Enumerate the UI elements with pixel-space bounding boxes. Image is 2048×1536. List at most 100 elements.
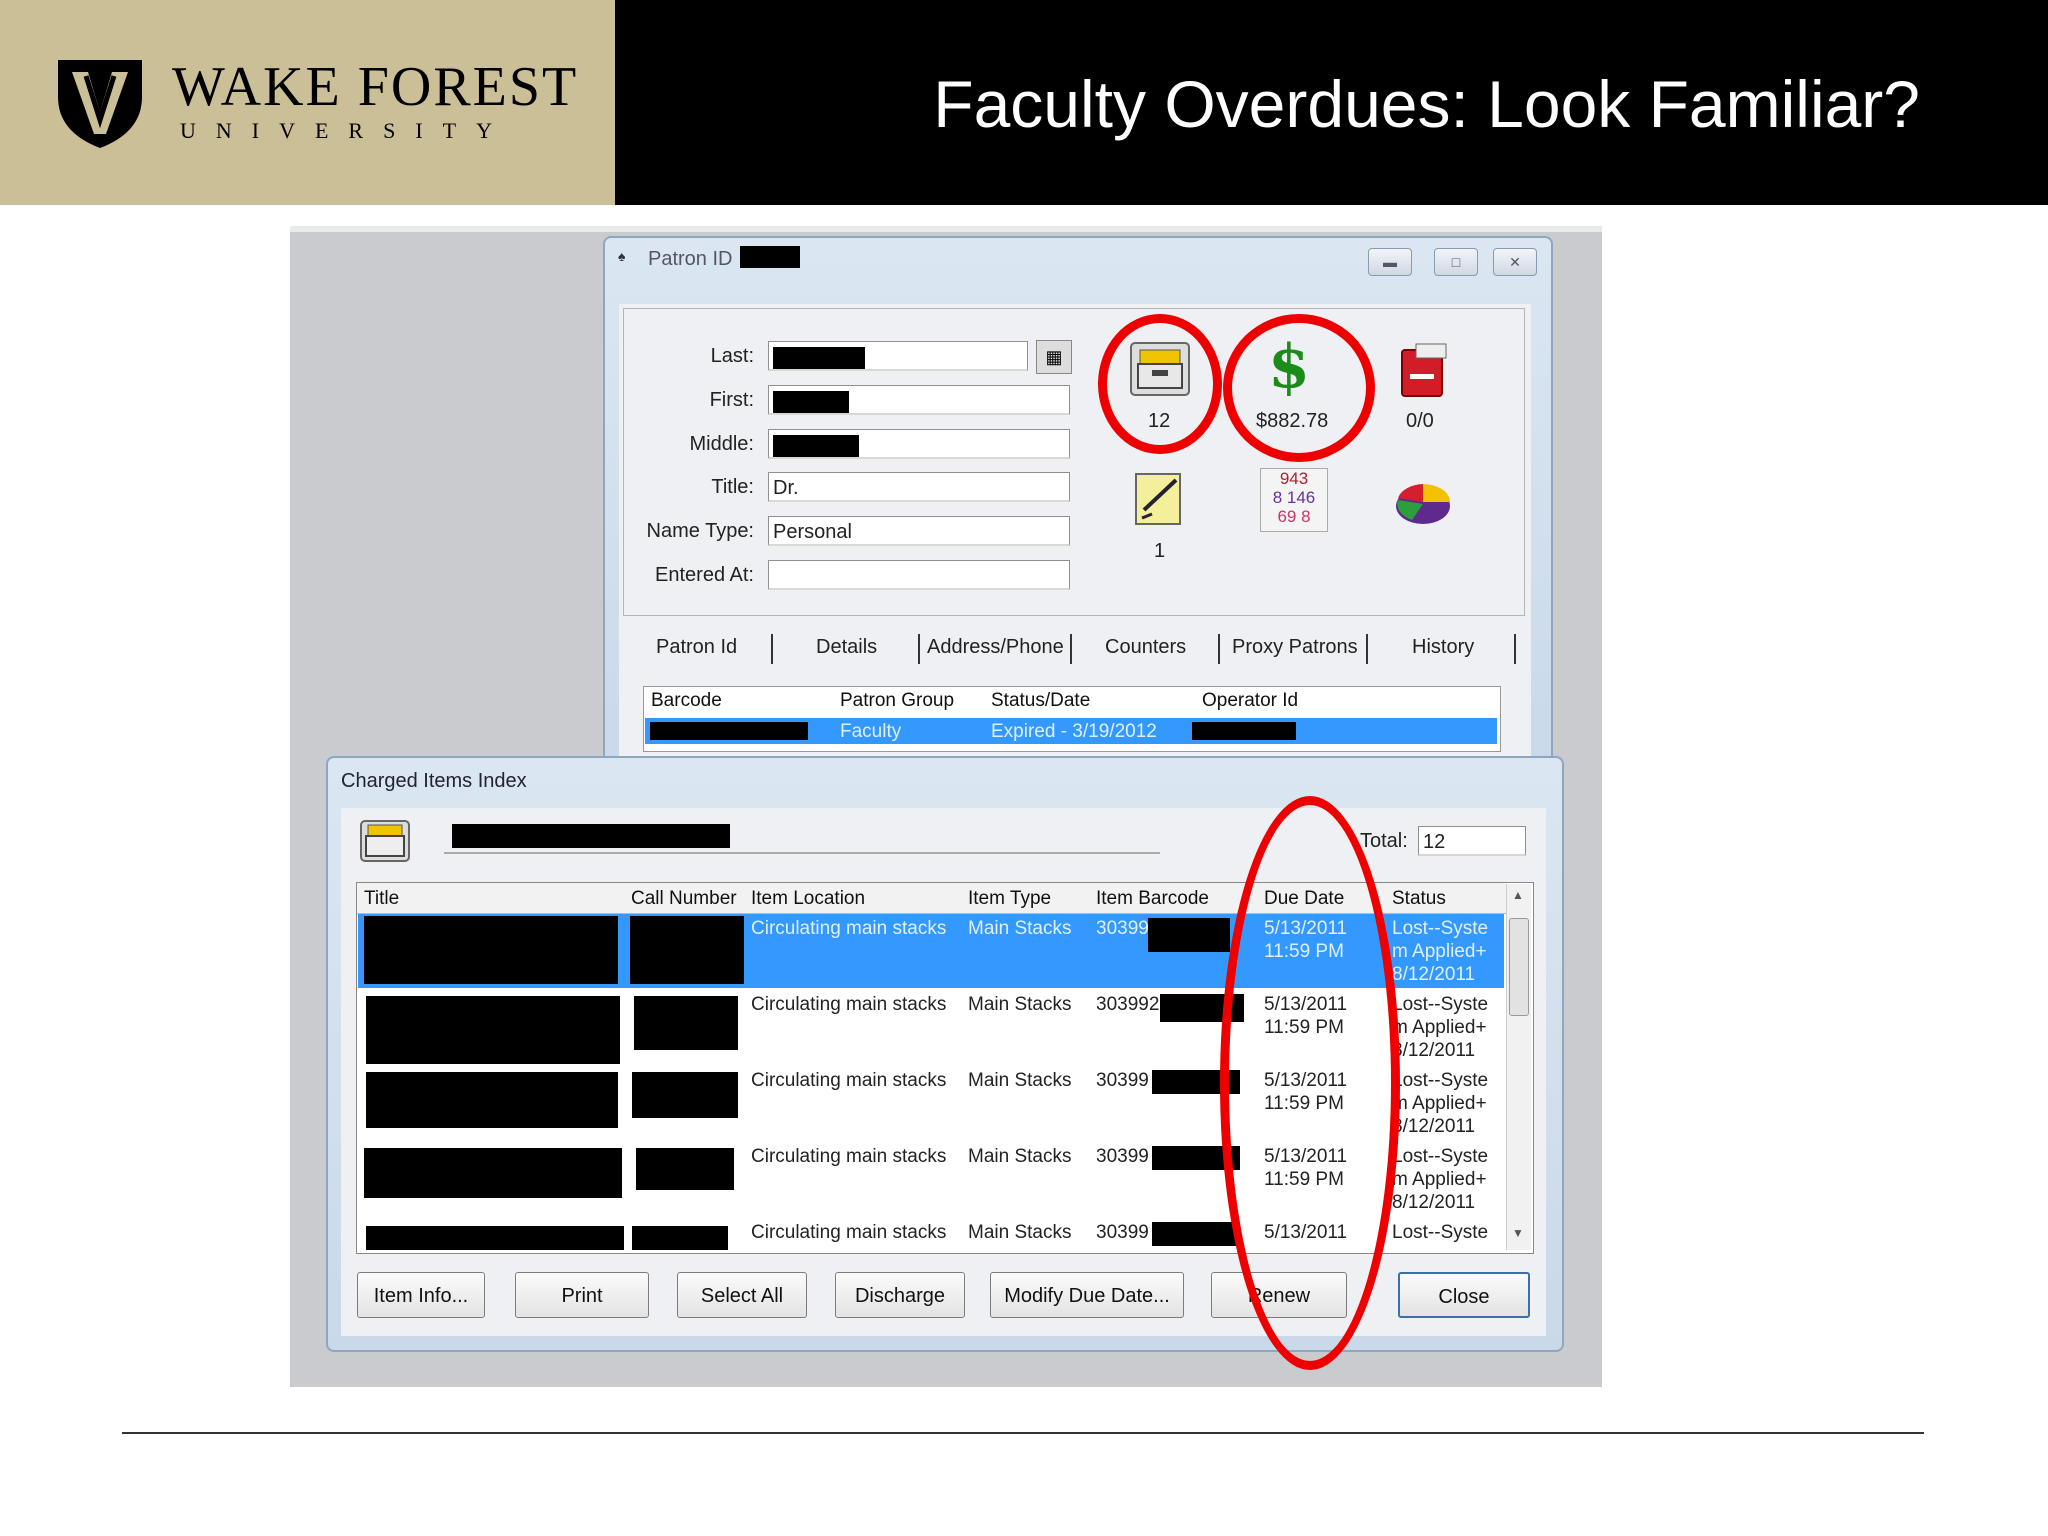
scroll-up-arrow-icon[interactable]: ▲ — [1508, 888, 1528, 906]
col-item-location: Item Location — [751, 888, 866, 909]
row-item-location: Circulating main stacks — [751, 918, 947, 939]
patron-info-group — [623, 308, 1525, 616]
counters-icon[interactable]: 943 8 146 69 8 — [1260, 468, 1328, 532]
col-item-type: Item Type — [968, 888, 1052, 909]
logo-subtitle: UNIVERSITY — [180, 118, 512, 143]
tab-separator — [1366, 634, 1368, 664]
modify-due-date-button[interactable]: Modify Due Date... — [990, 1272, 1184, 1318]
charged-count: 12 — [1148, 410, 1171, 432]
row-due-date: 5/13/2011 — [1264, 1146, 1348, 1167]
row-status: m Applied+ — [1392, 941, 1487, 962]
minimize-button[interactable]: ▬ — [1368, 248, 1412, 276]
middle-name-field[interactable] — [768, 429, 1070, 459]
row-item-location: Circulating main stacks — [751, 994, 947, 1015]
scroll-down-arrow-icon[interactable]: ▼ — [1508, 1226, 1528, 1244]
col-barcode: Barcode — [651, 690, 722, 711]
col-operator-id: Operator Id — [1202, 690, 1299, 711]
footer-rule — [122, 1432, 1924, 1434]
tab-separator — [1218, 634, 1220, 664]
fines-amount: $882.78 — [1256, 410, 1329, 432]
title-field[interactable]: Dr. — [768, 472, 1070, 502]
tab-separator — [1514, 634, 1516, 664]
holds-count: 0/0 — [1406, 410, 1434, 432]
col-due-date: Due Date — [1264, 888, 1345, 909]
row-status: 8/12/2011 — [1392, 1116, 1476, 1137]
last-name-field[interactable] — [768, 341, 1028, 371]
charged-items-icon[interactable] — [1128, 340, 1192, 398]
row-status: Lost--Syste — [1392, 1146, 1489, 1167]
last-label: Last: — [710, 345, 754, 367]
row-item-type: Main Stacks — [968, 1070, 1072, 1091]
pie-chart-icon[interactable] — [1392, 474, 1454, 530]
tab-patron-id[interactable]: Patron Id — [656, 636, 737, 659]
redacted-item-barcode — [1148, 918, 1230, 952]
first-label: First: — [709, 389, 754, 411]
row-item-type: Main Stacks — [968, 1222, 1072, 1243]
tab-history[interactable]: History — [1412, 636, 1474, 659]
name-type-field[interactable]: Personal — [768, 516, 1070, 546]
discharge-button[interactable]: Discharge — [835, 1272, 965, 1318]
print-button[interactable]: Print — [515, 1272, 649, 1318]
row-status: Lost--Syste — [1392, 1070, 1489, 1091]
row-status: 8/12/2011 — [1392, 1040, 1476, 1061]
row-due-date: 5/13/2011 — [1264, 918, 1348, 939]
redacted-barcode — [650, 722, 808, 740]
charged-window-title: Charged Items Index — [341, 770, 527, 792]
redacted-patron-name — [452, 824, 730, 848]
row-status: m Applied+ — [1392, 1017, 1487, 1038]
redacted-call-number — [632, 1226, 728, 1250]
row-item-barcode: 303992 — [1096, 994, 1160, 1015]
col-call-number: Call Number — [631, 888, 737, 909]
row-status: Lost--Syste — [1392, 918, 1489, 939]
row-status: 8/12/2011 — [1392, 1192, 1476, 1213]
holds-icon[interactable] — [1394, 342, 1454, 400]
maximize-button[interactable]: □ — [1434, 248, 1478, 276]
row-due-time: 11:59 PM — [1264, 1017, 1344, 1038]
notes-count: 1 — [1154, 540, 1166, 562]
col-title: Title — [364, 888, 400, 909]
charged-items-icon — [360, 820, 410, 862]
redacted-title — [366, 1072, 618, 1128]
row-item-type: Main Stacks — [968, 1146, 1072, 1167]
redacted-operator-id — [1192, 722, 1296, 740]
total-field[interactable]: 12 — [1418, 826, 1526, 856]
search-patron-icon[interactable]: ▦ — [1036, 340, 1072, 374]
redacted-title — [366, 1226, 624, 1250]
tab-proxy-patrons[interactable]: Proxy Patrons — [1232, 636, 1358, 659]
redacted-patron-id — [740, 246, 800, 268]
row-item-location: Circulating main stacks — [751, 1222, 947, 1243]
row-status: 8/12/2011 — [1392, 964, 1476, 985]
tab-counters[interactable]: Counters — [1105, 636, 1186, 659]
col-status-date: Status/Date — [991, 690, 1091, 711]
item-info-button[interactable]: Item Info... — [357, 1272, 485, 1318]
entered-at-field[interactable] — [768, 560, 1070, 590]
fines-dollar-icon[interactable]: $ — [1253, 332, 1325, 402]
row-status: m Applied+ — [1392, 1169, 1487, 1190]
first-name-field[interactable] — [768, 385, 1070, 415]
counters-digits-1: 943 — [1279, 469, 1309, 488]
name-type-label: Name Type: — [646, 520, 754, 542]
row-item-location: Circulating main stacks — [751, 1070, 947, 1091]
row-due-date: 5/13/2011 — [1264, 1222, 1348, 1243]
title-label: Title: — [711, 476, 754, 498]
row-due-date: 5/13/2011 — [1264, 994, 1348, 1015]
col-status: Status — [1392, 888, 1446, 909]
select-all-button[interactable]: Select All — [677, 1272, 807, 1318]
renew-button[interactable]: Renew — [1211, 1272, 1347, 1318]
tab-separator — [771, 634, 773, 664]
total-label: Total: — [1360, 830, 1408, 852]
scrollbar-thumb[interactable] — [1509, 918, 1529, 1016]
close-window-button[interactable]: ✕ — [1493, 248, 1537, 276]
notes-icon[interactable] — [1130, 470, 1190, 528]
patron-window-icon: ♠ — [618, 248, 626, 264]
wake-forest-shield-icon — [58, 60, 142, 148]
tab-address-phone[interactable]: Address/Phone — [927, 636, 1064, 659]
col-patron-group: Patron Group — [840, 690, 955, 711]
patron-window-title: Patron ID — [648, 248, 733, 270]
tab-details[interactable]: Details — [816, 636, 877, 659]
row-item-type: Main Stacks — [968, 918, 1072, 939]
close-button[interactable]: Close — [1398, 1272, 1530, 1318]
counters-digits-3: 69 8 — [1277, 507, 1311, 526]
redacted-item-barcode — [1152, 1070, 1240, 1094]
entered-at-label: Entered At: — [655, 564, 754, 586]
